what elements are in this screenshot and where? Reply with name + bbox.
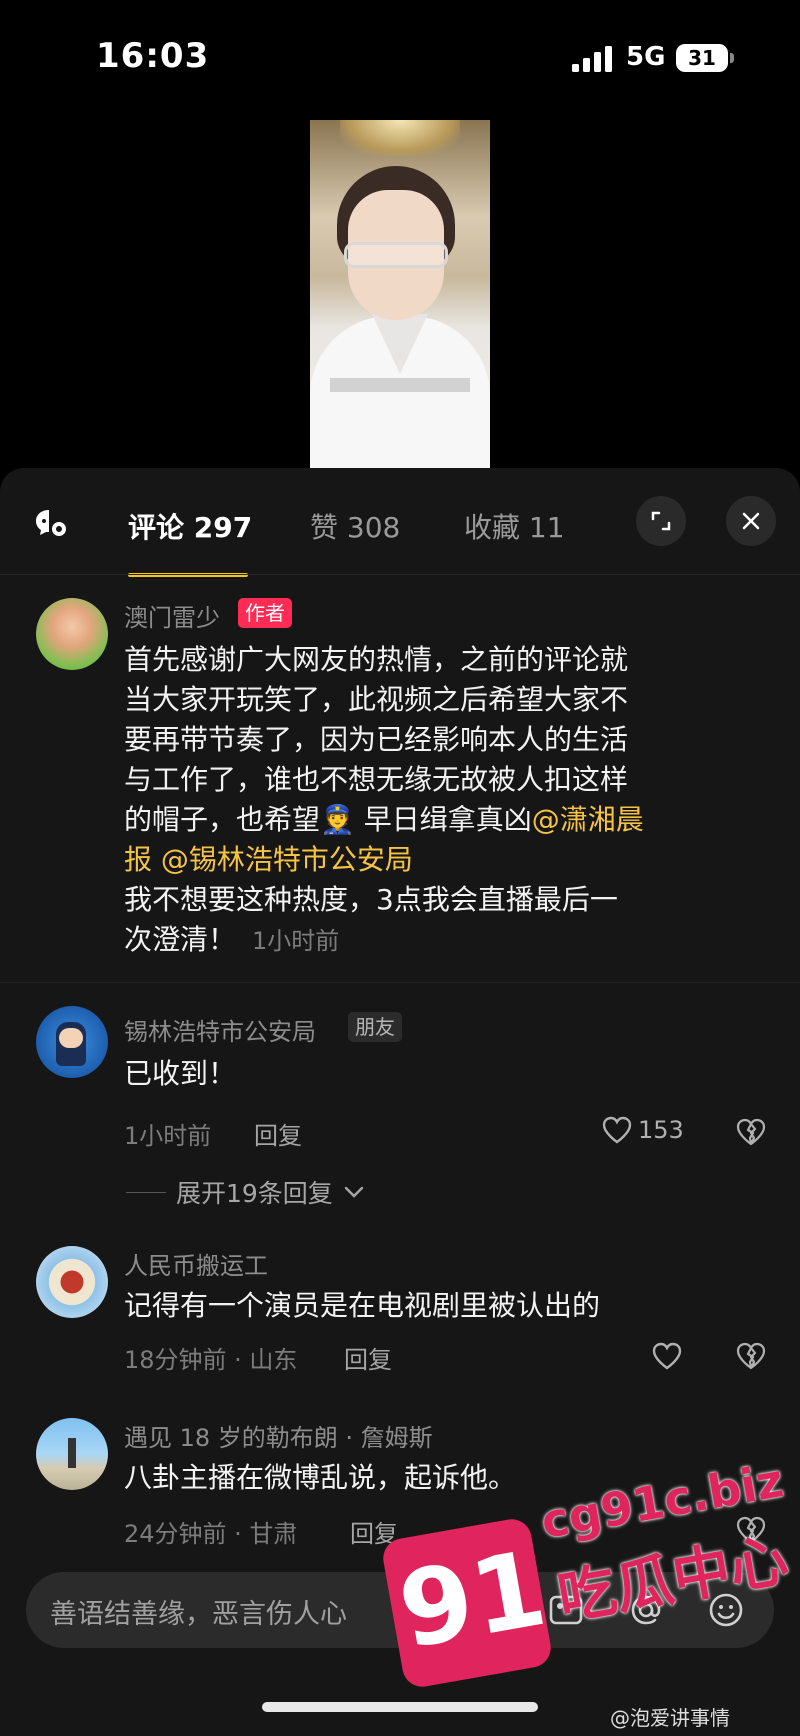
battery-icon: 31 (676, 44, 728, 72)
avatar[interactable] (36, 1006, 108, 1078)
comment-time: 1小时前 (124, 1122, 212, 1150)
comment-input-placeholder: 善语结善缘，恶言伤人心 (50, 1599, 347, 1630)
signal-icon (572, 46, 612, 72)
reply-button[interactable]: 回复 (344, 1340, 392, 1375)
comment-line: 首先感谢广大网友的热情，之前的评论就 (124, 643, 629, 676)
comment-text: 记得有一个演员是在电视剧里被认出的 (124, 1289, 601, 1322)
close-icon (742, 512, 760, 530)
tab-comments[interactable]: 评论 297 (128, 506, 252, 546)
like-count: 153 (638, 1116, 684, 1144)
home-indicator[interactable] (262, 1702, 538, 1712)
chevron-down-icon (344, 1186, 364, 1198)
friend-badge: 朋友 (348, 1012, 402, 1042)
comment-text: 八卦主播在微博乱说，起诉他。 (124, 1461, 517, 1494)
comment-username[interactable]: 遇见 18 岁的勒布朗 · 詹姆斯 (124, 1418, 433, 1453)
expand-icon (651, 511, 671, 531)
comment-username[interactable]: 锡林浩特市公安局 (124, 1012, 316, 1047)
comment-text: 已收到！ (124, 1057, 237, 1090)
tabs-divider (0, 574, 800, 575)
comment-username[interactable]: 澳门雷少 (124, 598, 220, 633)
expand-button[interactable] (636, 496, 686, 546)
battery-tip (730, 53, 734, 63)
tab-favorites[interactable]: 收藏 11 (464, 506, 565, 546)
comment-line: 当大家开玩笑了，此视频之后希望大家不 (124, 683, 629, 716)
video-player[interactable] (310, 120, 490, 468)
comment-line-text: 次澄清！ (124, 923, 237, 956)
comment-meta: 24分钟前 · 甘肃 (124, 1520, 298, 1548)
police-emoji: 👮 (320, 803, 355, 836)
comment-time: 1小时前 (252, 927, 340, 955)
comment-text: 首先感谢广大网友的热情，之前的评论就 当大家开玩笑了，此视频之后希望大家不 要再… (124, 640, 764, 961)
watermark-number: 91 (390, 1526, 555, 1673)
comment-line: 报 @锡林浩特市公安局 (124, 840, 764, 880)
heart-icon[interactable] (652, 1342, 682, 1370)
expand-replies-button[interactable]: 展开19条回复 (126, 1174, 365, 1210)
chat-settings-icon[interactable] (34, 508, 68, 538)
mention-link[interactable]: 报 @锡林浩特市公安局 (124, 843, 413, 876)
broken-heart-icon[interactable] (736, 1118, 766, 1146)
comment-line: 要再带节奏了，因为已经影响本人的生活 (124, 723, 629, 756)
comment-line-text: 的帽子，也希望 (124, 803, 321, 836)
comment-line: 我不想要这种热度，3点我会直播最后一 (124, 883, 618, 916)
avatar[interactable] (36, 598, 108, 670)
video-subtitle (330, 378, 470, 392)
comment-line: 次澄清！ 1小时前 (124, 920, 764, 961)
network-label: 5G (626, 42, 666, 72)
comment-line: 的帽子，也希望👮 早日缉拿真凶@潇湘晨 (124, 800, 764, 840)
expand-replies-label: 展开19条回复 (176, 1179, 333, 1208)
tab-likes[interactable]: 赞 308 (310, 506, 400, 546)
avatar-person (68, 1438, 76, 1468)
comment-line-text: 早日缉拿真凶 (354, 803, 532, 836)
video-person-glasses (344, 242, 448, 268)
status-time: 16:03 (96, 36, 210, 76)
mention-link[interactable]: @潇湘晨 (532, 803, 644, 836)
broken-heart-icon[interactable] (736, 1342, 766, 1370)
avatar[interactable] (36, 1246, 108, 1318)
heart-icon (602, 1116, 632, 1144)
author-badge: 作者 (238, 598, 292, 628)
reply-button[interactable]: 回复 (254, 1116, 302, 1151)
footer-credit: @泡爱讲事情 (610, 1706, 730, 1730)
comment-meta: 18分钟前 · 山东 (124, 1346, 298, 1374)
expand-line (126, 1191, 166, 1193)
avatar-police-face (59, 1028, 83, 1048)
close-button[interactable] (726, 496, 776, 546)
comment-line: 与工作了，谁也不想无缘无故被人扣这样 (124, 763, 629, 796)
like-button[interactable]: 153 (602, 1116, 684, 1144)
comment-username[interactable]: 人民币搬运工 (124, 1246, 268, 1281)
video-chandelier (340, 120, 460, 156)
avatar[interactable] (36, 1418, 108, 1490)
comment-divider (0, 982, 800, 983)
